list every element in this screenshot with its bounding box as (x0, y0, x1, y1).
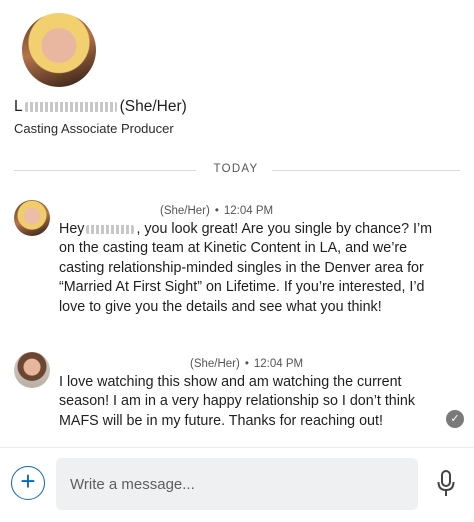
profile-name-initial: L (14, 98, 23, 115)
profile-pronouns: (She/Her) (119, 98, 187, 115)
compose-separator (0, 447, 474, 448)
message-text-rest: , you look great! Are you single by chan… (59, 221, 433, 315)
sender-pronouns: (She/Her) (160, 205, 210, 217)
message-meta: (She/Her) • 12:04 PM (190, 358, 303, 370)
message-text-start: Hey (59, 221, 85, 237)
profile-name[interactable]: L (She/Her) (14, 98, 187, 116)
recipient-avatar[interactable] (14, 352, 50, 388)
message-input-placeholder: Write a message... (70, 476, 195, 493)
meta-dot: • (214, 205, 219, 217)
check-icon: ✓ (446, 410, 464, 428)
redacted-recipient-name (86, 224, 135, 234)
date-divider-label: TODAY (213, 163, 259, 175)
microphone-icon[interactable] (436, 470, 456, 498)
divider-line-left (14, 170, 196, 171)
message-meta: (She/Her) • 12:04 PM (160, 205, 273, 217)
sender-pronouns: (She/Her) (190, 358, 240, 370)
message-time: 12:04 PM (253, 358, 304, 370)
plus-icon[interactable]: + (11, 466, 45, 500)
sender-avatar[interactable] (14, 200, 50, 236)
profile-avatar[interactable] (22, 13, 96, 87)
profile-headline: Casting Associate Producer (14, 121, 174, 136)
divider-line-right (272, 170, 460, 171)
message-text: I love watching this show and am watchin… (59, 374, 416, 429)
message-time: 12:04 PM (223, 205, 274, 217)
redacted-name (24, 101, 117, 112)
message-text: Hey, you look great! Are you single by c… (59, 220, 439, 317)
meta-dot: • (244, 358, 249, 370)
